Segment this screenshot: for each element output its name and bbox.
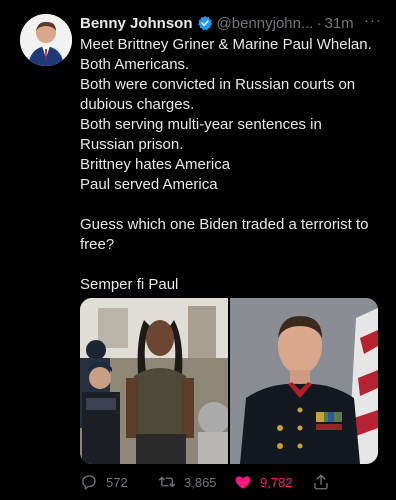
retweet-count: 3,865 bbox=[184, 474, 217, 490]
tweet-question-line: free? bbox=[80, 236, 115, 253]
photo-whelan[interactable] bbox=[230, 298, 378, 464]
share-button[interactable] bbox=[312, 473, 330, 491]
photo-whelan-image bbox=[230, 298, 378, 464]
tweet-line: Brittney hates America bbox=[80, 156, 231, 173]
tweet-question-line: Guess which one Biden traded a terrorist… bbox=[80, 216, 369, 233]
tweet-header: Benny Johnson @bennyjohn... · 31m bbox=[80, 12, 386, 34]
tweet-line: Paul served America bbox=[80, 176, 218, 193]
tweet-actions: 572 3,865 9,782 bbox=[80, 470, 380, 494]
retweet-icon bbox=[158, 476, 176, 488]
like-count: 9,782 bbox=[260, 474, 293, 490]
tweet-line: Russian prison. bbox=[80, 136, 184, 153]
avatar[interactable] bbox=[20, 14, 72, 66]
tweet-media[interactable] bbox=[80, 298, 378, 464]
timestamp[interactable]: 31m bbox=[324, 15, 353, 32]
author-name[interactable]: Benny Johnson bbox=[80, 15, 193, 32]
like-button[interactable]: 9,782 bbox=[234, 473, 293, 491]
author-handle[interactable]: @bennyjohn... bbox=[217, 15, 314, 32]
photo-griner-image bbox=[80, 298, 228, 464]
tweet-line: Both Americans. bbox=[80, 56, 190, 73]
separator-dot: · bbox=[316, 14, 322, 32]
tweet-line: Meet Brittney Griner & Marine Paul Whela… bbox=[80, 36, 372, 53]
avatar-portrait bbox=[20, 14, 72, 66]
heart-icon bbox=[235, 476, 251, 489]
photo-griner[interactable] bbox=[80, 298, 228, 464]
reply-count: 572 bbox=[106, 474, 128, 490]
tweet-line: dubious charges. bbox=[80, 96, 195, 113]
retweet-button[interactable]: 3,865 bbox=[158, 473, 217, 491]
reply-icon bbox=[82, 475, 96, 490]
tweet[interactable]: Benny Johnson @bennyjohn... · 31m ··· Me… bbox=[0, 0, 396, 500]
share-icon bbox=[314, 474, 328, 490]
more-options-icon[interactable]: ··· bbox=[364, 12, 382, 29]
verified-badge-icon bbox=[197, 15, 213, 31]
tweet-closing: Semper fi Paul bbox=[80, 276, 179, 293]
tweet-text: Meet Brittney Griner & Marine Paul Whela… bbox=[80, 35, 386, 295]
tweet-line: Both were convicted in Russian courts on bbox=[80, 76, 356, 93]
tweet-line: Both serving multi-year sentences in bbox=[80, 116, 322, 133]
reply-button[interactable]: 572 bbox=[80, 473, 128, 491]
